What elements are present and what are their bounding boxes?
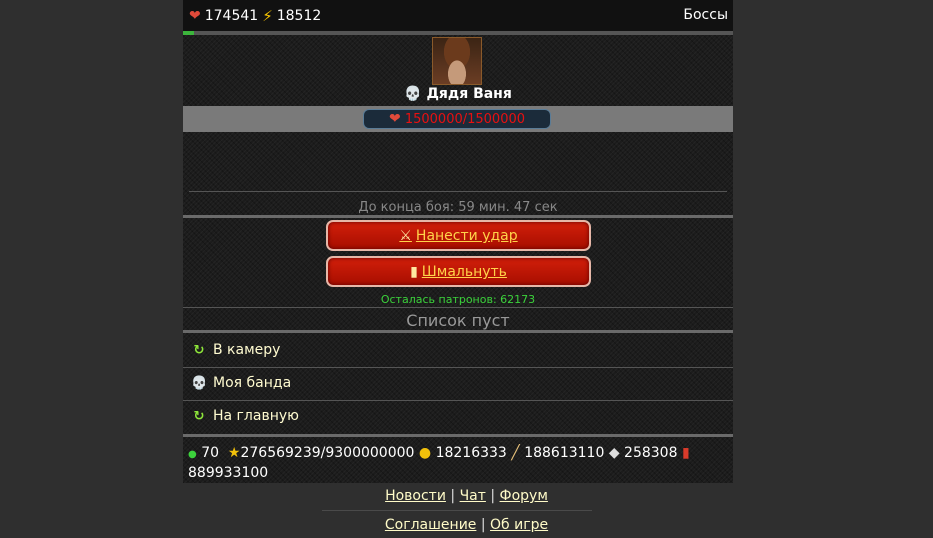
boss-hp-pill: ❤ 1500000/1500000: [363, 109, 551, 129]
divider: [183, 307, 733, 308]
boss-avatar: [432, 37, 482, 85]
news-link[interactable]: Новости: [385, 488, 446, 504]
ammo-remaining: Осталась патронов: 62173: [380, 293, 536, 306]
pencil-icon: ╱: [511, 445, 520, 461]
separator: |: [450, 488, 456, 504]
star-icon: ★: [227, 445, 241, 461]
separator: |: [490, 488, 496, 504]
boss-hp-band: ❤ 1500000/1500000: [183, 106, 733, 132]
separator: |: [480, 517, 486, 533]
player-stats: ❤ 174541 ⚡ 18512: [189, 7, 325, 25]
nav-my-gang[interactable]: 💀 Моя банда: [191, 375, 291, 391]
resources-bar: ● 70 ★276569239/9300000000 ● 18216333 ╱ …: [188, 444, 728, 482]
coin-icon: ●: [418, 445, 432, 461]
heart-icon: ❤: [189, 8, 201, 24]
footer-divider: [322, 510, 592, 511]
list-empty-label: Список пуст: [406, 311, 510, 330]
nav-label: На главную: [213, 408, 299, 424]
shoot-button[interactable]: ▮ Шмальнуть: [326, 256, 591, 287]
nav-label: В камеру: [213, 342, 281, 358]
hit-button-label: Нанести удар: [415, 228, 518, 244]
level-value: 70: [201, 445, 220, 461]
nav-home[interactable]: ↻ На главную: [191, 408, 299, 424]
bosses-link[interactable]: Боссы: [683, 7, 728, 23]
divider: [183, 330, 733, 333]
dice-value: 258308: [624, 445, 678, 461]
boss-hp-value: 1500000/1500000: [404, 112, 526, 127]
green-arrow-icon: ↻: [193, 342, 205, 358]
top-bar: ❤ 174541 ⚡ 18512 Боссы: [183, 0, 733, 31]
hit-button[interactable]: ⚔ Нанести удар: [326, 220, 591, 251]
health-value: 174541: [204, 8, 259, 24]
divider: [183, 400, 733, 401]
divider: [183, 215, 733, 218]
pencils-value: 188613110: [524, 445, 605, 461]
battle-timer: До конца боя: 59 мин. 47 сек: [358, 200, 558, 215]
agreement-link[interactable]: Соглашение: [385, 517, 477, 533]
about-link[interactable]: Об игре: [490, 517, 548, 533]
card-icon: ▮: [681, 445, 690, 461]
divider: [183, 434, 733, 437]
level-dot-icon: ●: [188, 449, 197, 460]
forum-link[interactable]: Форум: [500, 488, 548, 504]
footer-links-bottom: Соглашение | Об игре: [0, 517, 933, 533]
main-column: ❤ 174541 ⚡ 18512 Боссы 💀 Дядя Ваня ❤ 150…: [183, 0, 733, 483]
progress-bar: [183, 31, 733, 35]
divider: [183, 367, 733, 368]
experience-value: 276569239/9300000000: [240, 445, 415, 461]
footer-links-top: Новости | Чат | Форум: [0, 488, 933, 504]
progress-fill: [183, 31, 194, 35]
heart-icon: ❤: [388, 111, 401, 127]
coins-value: 18216333: [435, 445, 507, 461]
bullets-icon: ▮: [410, 264, 418, 280]
nav-label: Моя банда: [213, 375, 292, 391]
crossed-swords-icon: ⚔: [399, 228, 412, 244]
skull-icon: 💀: [191, 375, 208, 391]
boss-name-text: Дядя Ваня: [426, 86, 512, 102]
lightning-icon: ⚡: [262, 7, 273, 25]
boss-name: 💀 Дядя Ваня: [183, 86, 733, 102]
dice-icon: ◆: [608, 445, 620, 461]
green-arrow-icon: ↻: [193, 408, 205, 424]
shoot-button-label: Шмальнуть: [421, 264, 507, 280]
divider: [189, 191, 727, 192]
cards-value: 889933100: [188, 465, 269, 481]
nav-to-cell[interactable]: ↻ В камеру: [191, 342, 281, 358]
energy-value: 18512: [276, 8, 322, 24]
skull-icon: 💀: [404, 86, 422, 102]
chat-link[interactable]: Чат: [460, 488, 486, 504]
